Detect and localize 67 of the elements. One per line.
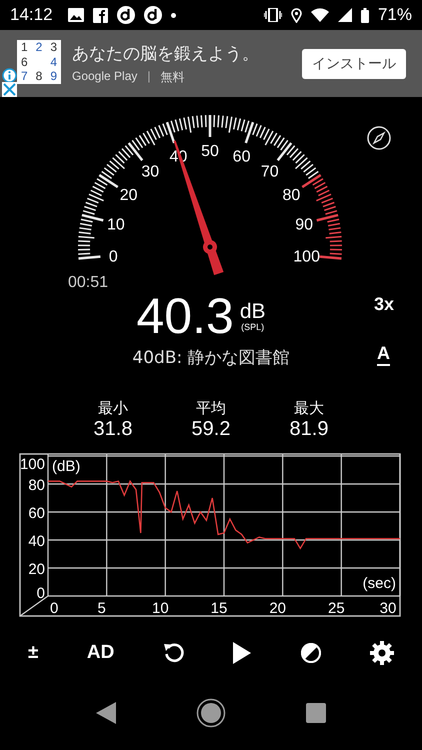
gauge-label: 30	[141, 164, 160, 181]
y-axis-label: (dB)	[52, 458, 80, 475]
home-icon[interactable]	[196, 698, 226, 728]
status-time: 14:12	[10, 5, 53, 25]
toolbar-button[interactable]: AD	[86, 642, 114, 664]
x-tick-label: 20	[269, 600, 286, 617]
gauge-label: 90	[295, 216, 314, 234]
gauge-label: 50	[201, 143, 219, 160]
dot-icon	[170, 12, 176, 18]
gauge-label: 20	[120, 187, 138, 204]
image-icon	[68, 8, 84, 22]
stat-label: 平均	[196, 399, 226, 418]
vibrate-icon	[264, 8, 282, 22]
gauge-label: 100	[293, 248, 320, 266]
y-tick-label: 40	[28, 533, 45, 550]
compass-icon[interactable]	[366, 125, 392, 151]
store-name: Google Play	[72, 68, 138, 84]
y-tick-label: 0	[36, 585, 45, 602]
stat-value: 81.9	[290, 418, 328, 441]
price-label: 無料	[160, 68, 184, 86]
gauge-label: 70	[260, 164, 279, 181]
level-description: 40dB: 静かな図書館	[132, 346, 290, 368]
x-axis-label: (sec)	[362, 575, 396, 592]
gauge-label: 60	[232, 148, 250, 166]
x-tick-label: 0	[50, 600, 58, 617]
y-tick-label: 100	[20, 456, 45, 473]
db-value: 40.3	[136, 291, 234, 341]
db-unit: dB	[240, 300, 266, 322]
x-tick-label: 5	[98, 600, 106, 617]
facebook-icon	[92, 8, 108, 22]
close-icon[interactable]	[2, 82, 17, 97]
spl-label: (SPL)	[241, 322, 264, 332]
x-tick-label: 10	[152, 600, 169, 617]
d-logo-icon	[116, 6, 135, 24]
x-tick-label: 15	[210, 600, 228, 617]
y-tick-label: 80	[28, 477, 45, 494]
d-logo-icon	[144, 6, 162, 24]
toolbar-button[interactable]: ±	[28, 642, 38, 664]
back-icon[interactable]	[96, 702, 116, 724]
location-icon	[290, 8, 302, 22]
battery-icon	[360, 8, 369, 22]
zoom-button[interactable]: 3x	[374, 294, 394, 315]
install-button[interactable]: インストール	[302, 48, 406, 78]
ad-banner[interactable]: 1 2 3 6 4 7 8 9 あなたの脳を鍛えよう。 Google Play | 無料 インストール	[0, 30, 422, 97]
gauge-label: 80	[282, 187, 300, 204]
separator: |	[147, 68, 150, 84]
weighting-button[interactable]: A	[377, 344, 390, 366]
stat-value: 59.2	[192, 418, 230, 441]
stat-label: 最大	[294, 399, 324, 418]
wifi-icon	[310, 8, 329, 22]
stat-label: 最小	[98, 399, 128, 418]
y-tick-label: 20	[28, 561, 45, 578]
x-tick-label: 30	[380, 600, 396, 617]
elapsed-time: 00:51	[68, 274, 108, 292]
puzzle-app-icon: 1 2 3 6 4 7 8 9	[17, 40, 61, 84]
reset-icon[interactable]	[162, 642, 185, 664]
x-tick-label: 25	[328, 600, 345, 617]
battery-percent: 71%	[378, 5, 412, 25]
gauge-label: 0	[108, 248, 118, 266]
info-icon[interactable]	[2, 68, 17, 83]
signal-icon	[338, 8, 352, 22]
gauge-label: 10	[106, 216, 125, 234]
stat-value: 31.8	[94, 418, 132, 441]
contrast-icon[interactable]	[300, 642, 322, 664]
ad-title: あなたの脳を鍛えよう。	[72, 42, 260, 64]
y-tick-label: 60	[28, 505, 45, 522]
play-icon[interactable]	[233, 642, 252, 664]
